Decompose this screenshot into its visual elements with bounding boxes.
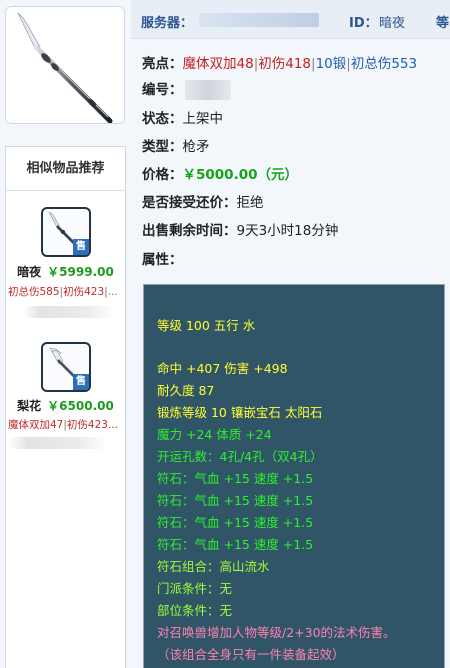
type-row: 类型：枪矛 <box>142 135 210 155</box>
sell-tag: 售 <box>73 239 89 255</box>
similar-item-tags: 初总伤585|初伤423|... <box>8 286 118 298</box>
similar-item-name[interactable]: 暗夜 <box>17 265 41 279</box>
bargain-row: 是否接受还价：拒绝 <box>142 191 264 211</box>
stat-line: 符石：气血 +15 速度 +1.5 <box>157 493 314 508</box>
stat-line: 符石组合：高山流水 <box>157 559 270 574</box>
item-image <box>5 6 125 124</box>
type-label: 类型： <box>142 139 183 155</box>
stat-line: 对召唤兽增加人物等级/2+30的法术伤害。 <box>157 625 396 640</box>
similar-item-name-price[interactable]: 梨花 ￥6500.00 <box>6 397 125 414</box>
serial-blurred <box>184 80 231 100</box>
stat-line: 魔力 +24 体质 +24 <box>157 427 272 442</box>
stat-line: 等级 100 五行 水 <box>157 318 256 333</box>
attributes-label: 属性： <box>142 252 183 268</box>
sell-tag: 售 <box>73 374 89 390</box>
bargain-label: 是否接受还价： <box>142 195 237 211</box>
stat-line: 符石：气血 +15 速度 +1.5 <box>157 471 314 486</box>
similar-item-icon[interactable]: 售 <box>41 207 91 257</box>
remaining-time-value: 9天3小时18分钟 <box>236 223 339 239</box>
similar-item-name-price[interactable]: 暗夜 ￥5999.00 <box>6 263 125 280</box>
remaining-time-row: 出售剩余时间：9天3小时18分钟 <box>142 219 338 239</box>
tag: 初伤423... <box>66 419 118 431</box>
price-row: 价格：￥5000.00（元） <box>142 163 298 183</box>
stat-line: 门派条件：无 <box>157 581 233 596</box>
tag: 魔体双加47 <box>8 419 64 431</box>
status-value: 上架中 <box>182 111 224 127</box>
highlight-tag: 魔体双加48 <box>182 56 254 72</box>
stat-line: 部位条件：无 <box>157 603 233 618</box>
stat-line: 符石：气血 +15 速度 +1.5 <box>157 537 314 552</box>
status-row: 状态：上架中 <box>142 107 223 127</box>
similar-item-name[interactable]: 梨花 <box>17 399 41 413</box>
id-value: 暗夜 <box>379 16 406 31</box>
stat-line: 符石：气血 +15 速度 +1.5 <box>157 515 314 530</box>
type-value: 枪矛 <box>182 139 210 155</box>
server-header: 服务器： ID： 暗夜 等 <box>131 0 450 39</box>
highlights-label: 亮点： <box>142 56 183 72</box>
similar-item-icon[interactable]: 售 <box>41 342 91 392</box>
server-name-blurred <box>199 13 319 27</box>
stat-line: 命中 +407 伤害 +498 <box>157 361 288 376</box>
price-label: 价格： <box>142 167 183 183</box>
stat-line: 开运孔数：4孔/4孔（双4孔） <box>157 449 323 464</box>
stat-line: （该组合全身只有一件装备起效） <box>157 647 345 662</box>
level-label: 等 <box>436 16 450 31</box>
similar-item-price: ￥5999.00 <box>47 265 114 279</box>
tag: 初伤423 <box>63 286 105 298</box>
stat-line: 锻炼等级 10 镶嵌宝石 太阳石 <box>157 405 323 420</box>
serial-row: 编号： <box>142 78 231 100</box>
tag: 初总伤585 <box>8 286 60 298</box>
similar-items-title: 相似物品推荐 <box>6 147 125 191</box>
bargain-value: 拒绝 <box>236 195 264 211</box>
highlight-tag: 初伤418 <box>258 56 312 72</box>
blurred-text <box>22 306 116 318</box>
similar-items-panel: 相似物品推荐 售 暗夜 ￥5999.00 初总伤585|初伤423|... 售 … <box>5 146 126 668</box>
tag: ... <box>107 286 118 298</box>
stat-line: 耐久度 87 <box>157 383 215 398</box>
highlights-row: 亮点：魔体双加48|初伤418|10锻|初总伤553 <box>142 56 418 72</box>
highlight-tag: 初总伤553 <box>350 56 418 72</box>
remaining-time-label: 出售剩余时间： <box>142 223 237 239</box>
highlight-tag: 10锻 <box>315 56 347 72</box>
similar-item-tags: 魔体双加47|初伤423... <box>8 419 118 431</box>
spear-weapon-icon <box>17 12 113 123</box>
similar-item-price: ￥6500.00 <box>47 399 114 413</box>
item-stats-box: 等级 100 五行 水 命中 +407 伤害 +498 耐久度 87 锻炼等级 … <box>143 284 445 668</box>
price-value: ￥5000.00（元） <box>182 167 299 183</box>
blurred-text <box>8 437 108 449</box>
attributes-row: 属性： <box>142 248 183 268</box>
id-label: ID： <box>349 16 378 31</box>
status-label: 状态： <box>142 111 183 127</box>
server-label: 服务器： <box>141 16 194 31</box>
serial-label: 编号： <box>142 82 183 98</box>
